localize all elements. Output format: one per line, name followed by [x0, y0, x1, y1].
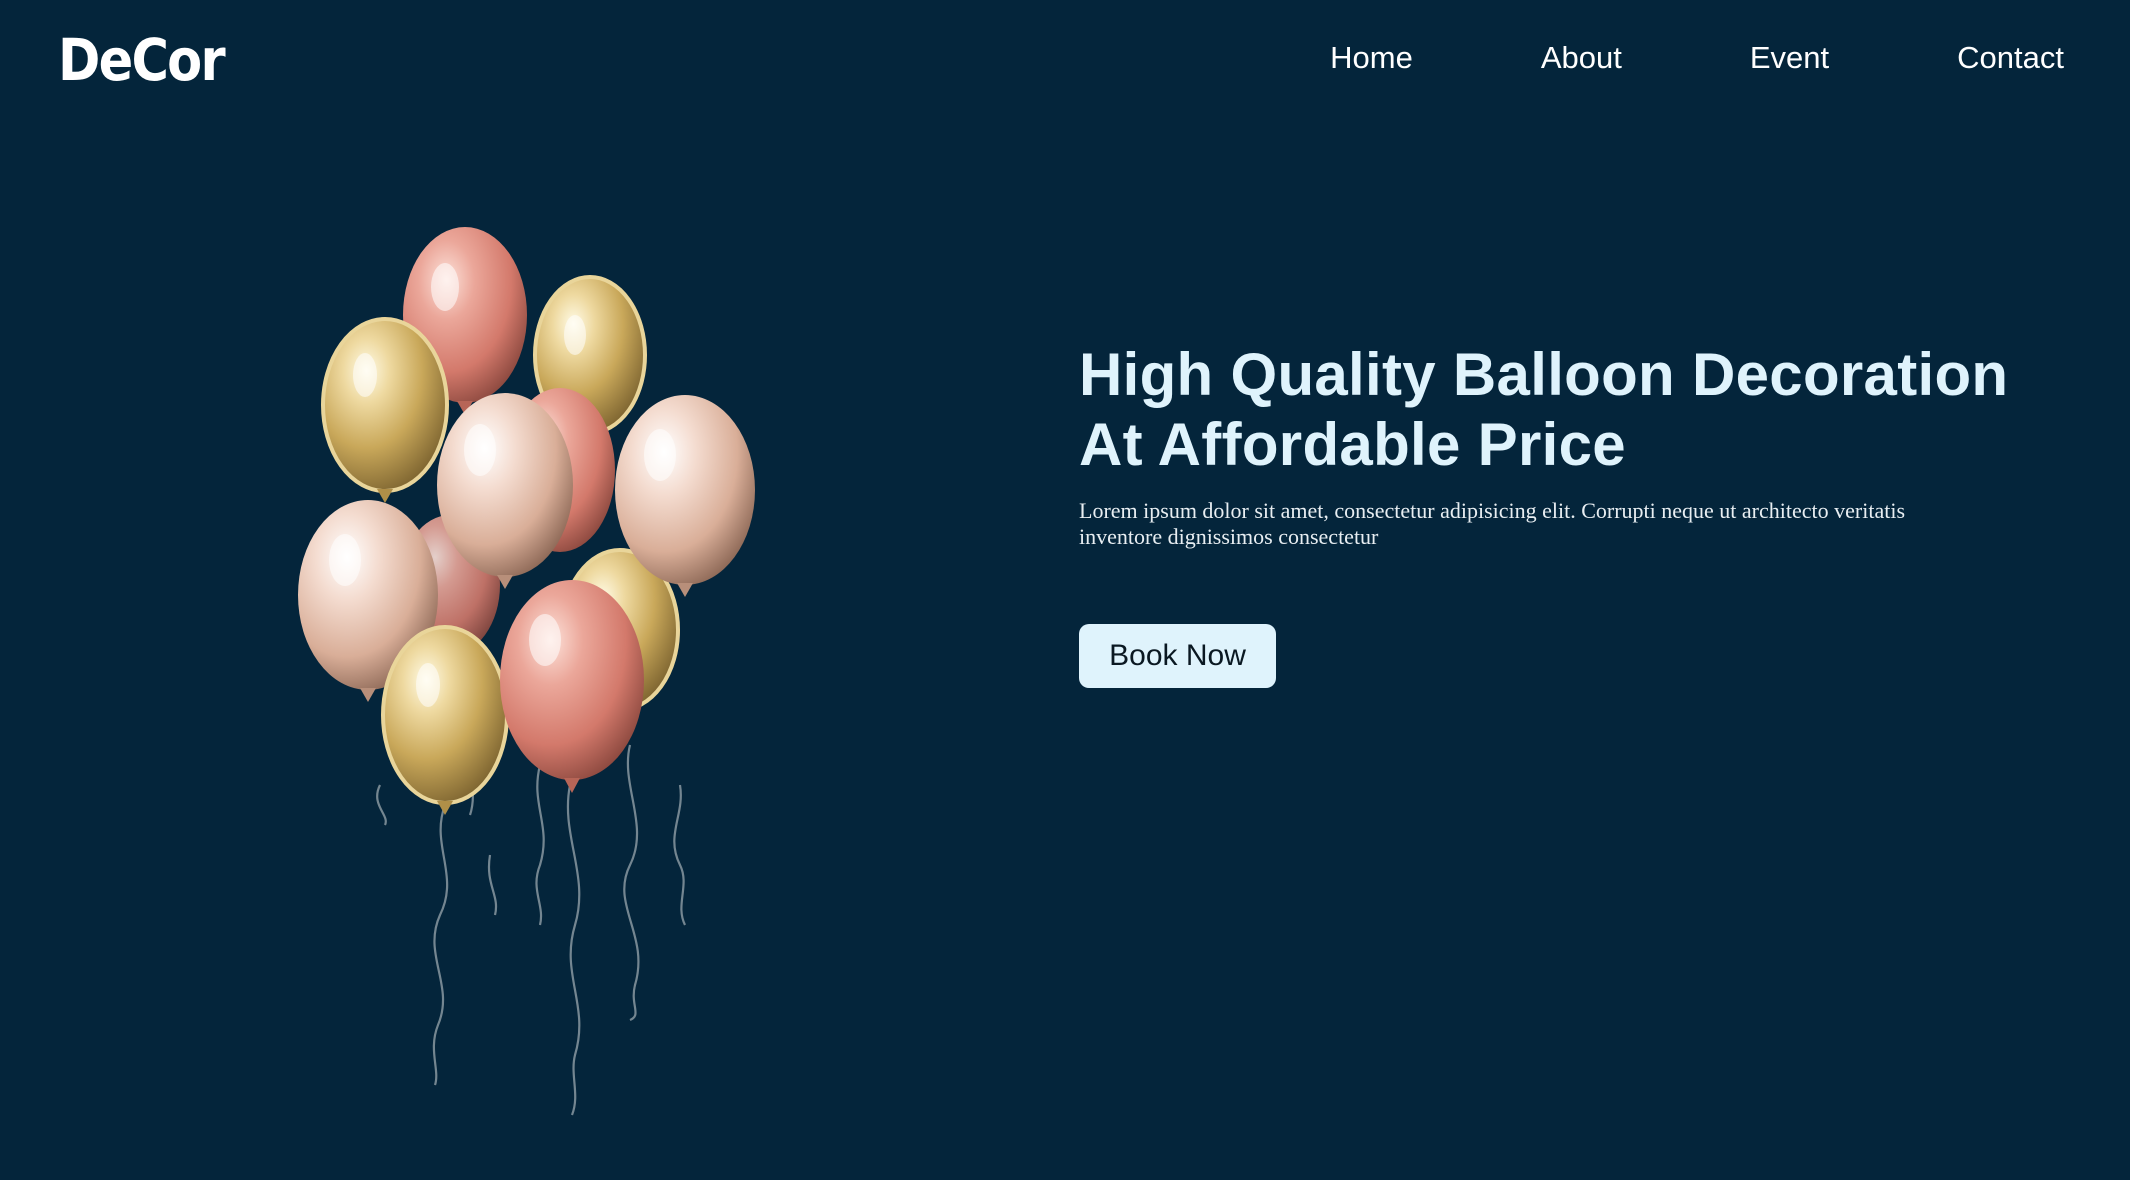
nav-menu: Home About Event Contact: [1330, 38, 2064, 78]
nav-link-contact[interactable]: Contact: [1957, 38, 2064, 78]
hero-title: High Quality Balloon Decoration At Affor…: [1079, 340, 2039, 480]
hero-title-line-1: High Quality Balloon Decoration: [1079, 341, 2009, 408]
nav-link-event[interactable]: Event: [1750, 38, 1829, 78]
nav-link-home[interactable]: Home: [1330, 38, 1413, 78]
nav-link-about[interactable]: About: [1541, 38, 1622, 78]
hero-title-line-2: At Affordable Price: [1079, 411, 1626, 478]
book-now-button[interactable]: Book Now: [1079, 624, 1276, 688]
navbar: DeCor Home About Event Contact: [0, 0, 2130, 120]
hero-content: High Quality Balloon Decoration At Affor…: [1079, 340, 2039, 550]
balloon-bouquet-icon: [290, 225, 770, 1135]
hero-description: Lorem ipsum dolor sit amet, consectetur …: [1079, 498, 1905, 549]
logo[interactable]: DeCor: [58, 26, 226, 94]
